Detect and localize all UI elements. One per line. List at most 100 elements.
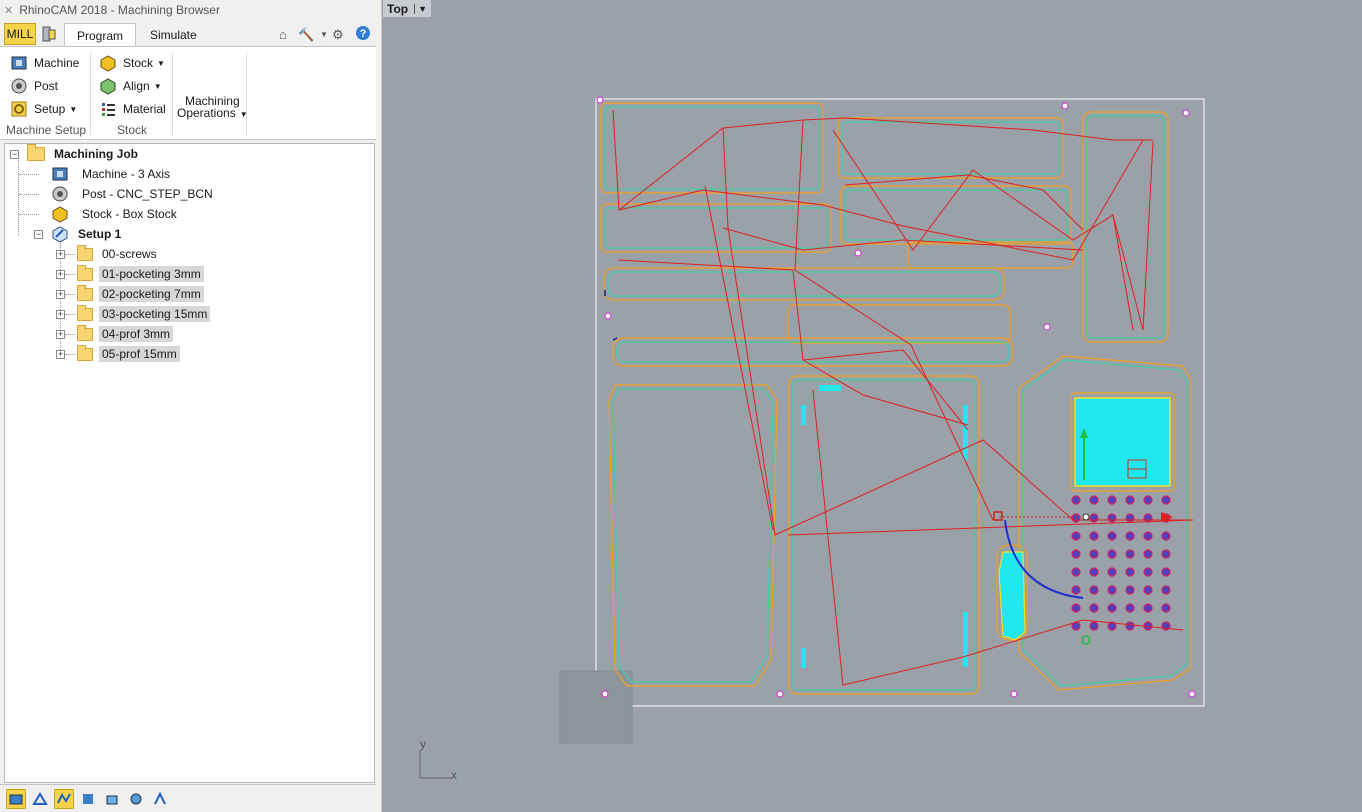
drill-point xyxy=(1107,513,1117,523)
drill-point xyxy=(1107,567,1117,577)
machine-setup-group-label: Machine Setup xyxy=(6,123,87,137)
tree-label: 05-prof 15mm xyxy=(99,346,180,362)
settings-icon[interactable] xyxy=(126,789,146,809)
collapse-toggle[interactable]: − xyxy=(10,150,19,159)
expand-toggle[interactable]: + xyxy=(56,270,65,279)
top-viewport[interactable]: Top ▼ y x xyxy=(383,0,1362,812)
axis-y-label: y xyxy=(420,737,426,751)
gear-icon[interactable]: ⚙ xyxy=(332,27,344,43)
machining-tree: − Machining Job Machine - 3 Axis Post - … xyxy=(4,143,375,783)
expand-toggle[interactable]: + xyxy=(56,350,65,359)
axis-x-label: x xyxy=(451,768,457,782)
tree-node-folder[interactable]: 05-prof 15mm xyxy=(77,344,180,364)
drill-point xyxy=(1125,495,1135,505)
drill-point xyxy=(1143,513,1153,523)
drill-point xyxy=(1125,513,1135,523)
stock-icon xyxy=(52,206,68,223)
tree-label: 01-pocketing 3mm xyxy=(99,266,204,282)
material-label: Material xyxy=(123,102,166,116)
expand-toggle[interactable]: + xyxy=(56,290,65,299)
drill-point xyxy=(1143,549,1153,559)
drill-point xyxy=(1089,495,1099,505)
reference-points xyxy=(596,96,1196,698)
drill-point xyxy=(1161,603,1171,613)
machining-ops-line2: Operations xyxy=(177,106,236,120)
tree-label: Post - CNC_STEP_BCN xyxy=(82,187,213,201)
tree-node-machining-job[interactable]: Machining Job xyxy=(27,144,141,164)
drill-point xyxy=(1161,549,1171,559)
folder-icon xyxy=(77,284,93,301)
tab-program[interactable]: Program xyxy=(64,23,137,47)
drill-point xyxy=(1125,567,1135,577)
job-view-icon[interactable] xyxy=(6,788,26,809)
origin-marker xyxy=(993,511,1003,521)
chevron-down-icon[interactable]: ▼ xyxy=(414,3,427,14)
tree-node-folder[interactable]: 00-screws xyxy=(77,244,160,264)
machining-browser-panel: ✕ RhinoCAM 2018 - Machining Browser MILL… xyxy=(0,0,382,812)
collapse-toggle[interactable]: − xyxy=(34,230,43,239)
tree-label: 03-pocketing 15mm xyxy=(99,306,211,322)
toolpath-icon[interactable] xyxy=(54,788,74,809)
drill-point xyxy=(1107,603,1117,613)
drill-point xyxy=(1071,567,1081,577)
tree-label: 02-pocketing 7mm xyxy=(99,286,204,302)
drill-point xyxy=(1143,585,1153,595)
drill-point xyxy=(1071,531,1081,541)
folder-icon xyxy=(77,304,93,321)
toolpath-canvas[interactable] xyxy=(383,0,1362,812)
tree-node-machine[interactable]: Machine - 3 Axis xyxy=(51,164,173,184)
tool-library-icon[interactable] xyxy=(40,25,58,43)
drill-point xyxy=(1071,585,1081,595)
drill-point xyxy=(1125,531,1135,541)
browser-toolbar xyxy=(0,784,376,812)
tree-node-stock[interactable]: Stock - Box Stock xyxy=(51,204,180,224)
setup-button[interactable]: Setup ▼ xyxy=(10,99,77,119)
post-button[interactable]: Post xyxy=(10,76,58,96)
simulate-icon[interactable] xyxy=(78,789,98,809)
hammer-icon[interactable]: 🔨 xyxy=(298,27,314,43)
align-button[interactable]: Align ▼ xyxy=(99,76,162,96)
drill-point xyxy=(1161,531,1171,541)
tree-node-folder[interactable]: 01-pocketing 3mm xyxy=(77,264,204,284)
machining-operations-button[interactable]: Machining Operations ▼ xyxy=(177,95,248,121)
folder-icon xyxy=(77,244,93,261)
expand-toggle[interactable]: + xyxy=(56,330,65,339)
drill-point xyxy=(1089,603,1099,613)
help-icon[interactable]: ? xyxy=(355,25,371,41)
chevron-down-icon: ▼ xyxy=(153,81,162,91)
generate-icon[interactable] xyxy=(30,789,50,809)
machine-view-icon[interactable] xyxy=(150,789,170,809)
machine-button[interactable]: Machine xyxy=(10,53,79,73)
tree-node-post[interactable]: Post - CNC_STEP_BCN xyxy=(51,184,216,204)
tree-node-folder[interactable]: 03-pocketing 15mm xyxy=(77,304,211,324)
tree-connector xyxy=(65,354,75,355)
svg-text:?: ? xyxy=(360,28,367,40)
tree-connector xyxy=(18,160,19,236)
stock-button[interactable]: Stock ▼ xyxy=(99,53,165,73)
drill-point xyxy=(1089,585,1099,595)
mill-button[interactable]: MILL xyxy=(4,23,36,45)
chevron-down-icon[interactable]: ▼ xyxy=(320,30,328,39)
material-button[interactable]: Material xyxy=(99,99,166,119)
tree-node-folder[interactable]: 04-prof 3mm xyxy=(77,324,174,344)
viewport-title[interactable]: Top ▼ xyxy=(383,0,432,17)
drill-point xyxy=(1071,513,1081,523)
expand-toggle[interactable]: + xyxy=(56,250,65,259)
tree-connector xyxy=(65,314,75,315)
stock-view-icon[interactable] xyxy=(102,789,122,809)
ribbon-separator xyxy=(246,53,247,135)
tree-connector xyxy=(19,194,39,195)
tree-connector xyxy=(19,214,39,215)
drill-point xyxy=(1071,603,1081,613)
expand-toggle[interactable]: + xyxy=(56,310,65,319)
tab-simulate[interactable]: Simulate xyxy=(138,23,209,47)
align-icon xyxy=(100,78,116,95)
drill-point xyxy=(1089,531,1099,541)
tree-label: Machine - 3 Axis xyxy=(82,167,171,181)
collapse-ribbon-icon[interactable]: ⌂ xyxy=(279,27,287,42)
app-window: ✕ RhinoCAM 2018 - Machining Browser MILL… xyxy=(0,0,1362,812)
close-icon[interactable]: ✕ xyxy=(4,4,13,17)
tree-node-folder[interactable]: 02-pocketing 7mm xyxy=(77,284,204,304)
chevron-down-icon: ▼ xyxy=(157,58,165,68)
tree-node-setup[interactable]: Setup 1 xyxy=(51,224,124,244)
